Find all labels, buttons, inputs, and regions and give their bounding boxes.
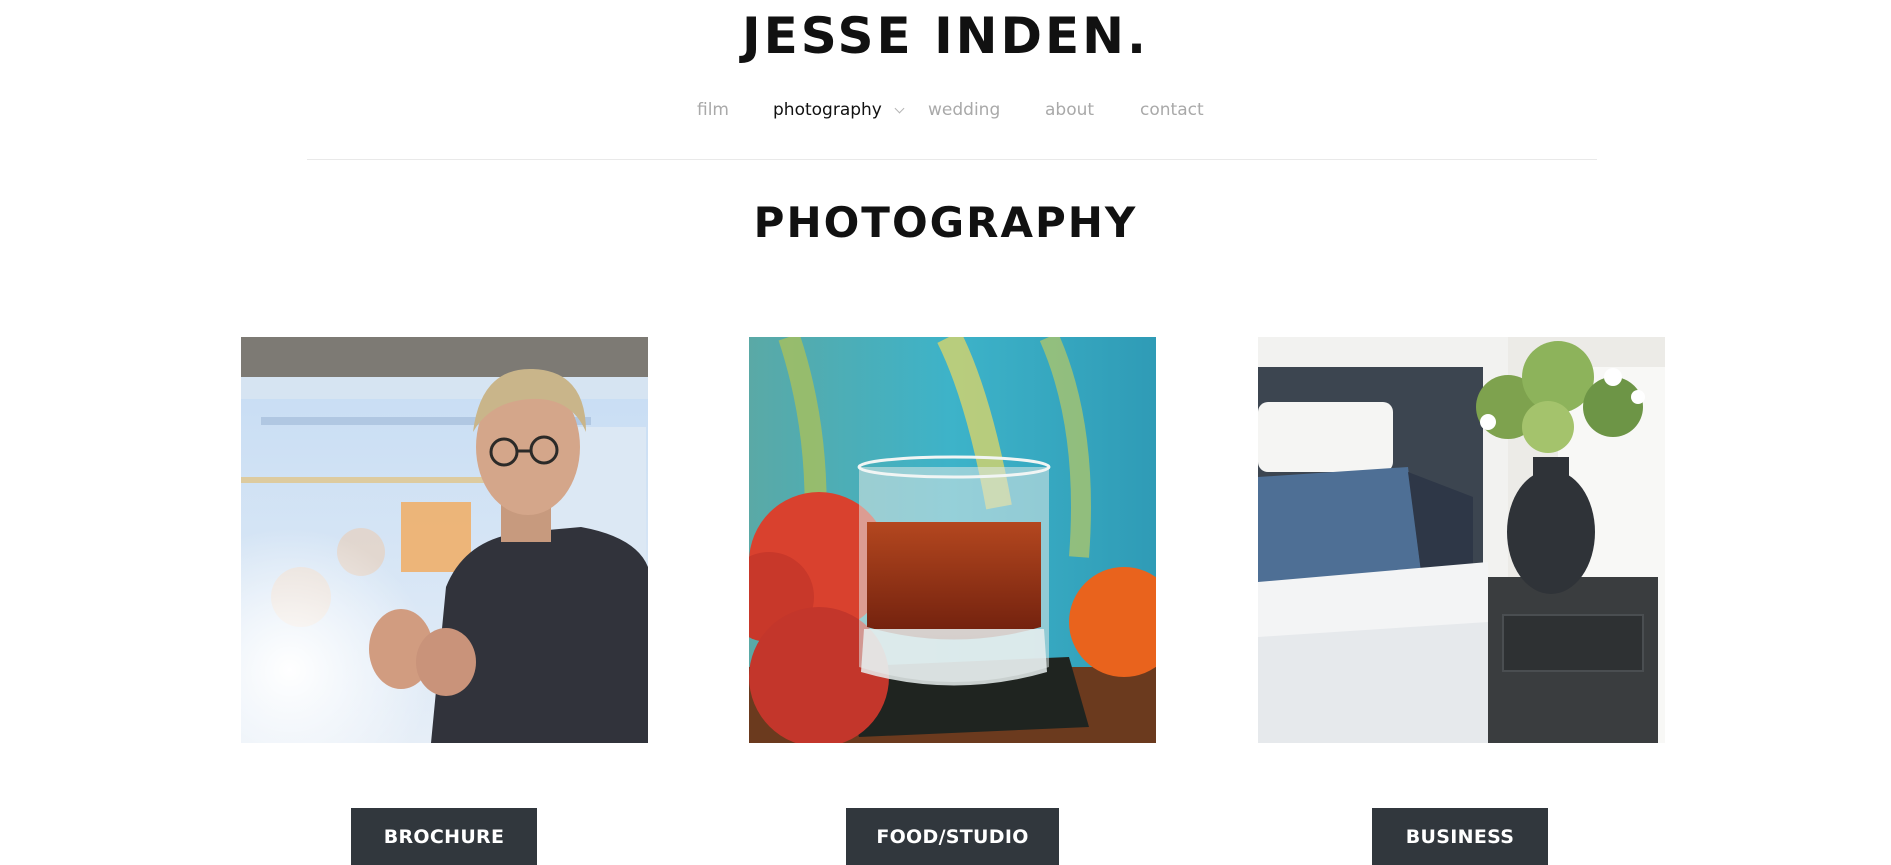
drink-with-fruit-photo xyxy=(749,337,1156,743)
nav-item-wedding[interactable]: wedding xyxy=(928,96,1000,124)
brochure-image[interactable] xyxy=(241,337,648,743)
nav-item-contact[interactable]: contact xyxy=(1140,96,1204,124)
main-nav: film photography wedding about contact xyxy=(0,96,1891,124)
brochure-button[interactable]: BROCHURE xyxy=(351,808,537,865)
site-title[interactable]: JESSE INDEN. xyxy=(0,4,1891,68)
business-button[interactable]: BUSINESS xyxy=(1372,808,1548,865)
nav-item-label: photography xyxy=(773,100,882,120)
food-studio-button[interactable]: FOOD/STUDIO xyxy=(846,808,1059,865)
nav-item-film[interactable]: film xyxy=(697,96,729,124)
bedroom-interior-photo xyxy=(1258,337,1665,743)
nav-item-about[interactable]: about xyxy=(1045,96,1094,124)
page-title: PHOTOGRAPHY xyxy=(753,198,1138,247)
header-divider xyxy=(307,159,1597,160)
speaker-portrait-photo xyxy=(241,337,648,743)
page: JESSE INDEN. film photography wedding ab… xyxy=(0,0,1891,865)
nav-item-photography[interactable]: photography xyxy=(773,96,905,124)
food-studio-image[interactable] xyxy=(749,337,1156,743)
chevron-down-icon[interactable] xyxy=(894,103,905,114)
business-image[interactable] xyxy=(1258,337,1665,743)
